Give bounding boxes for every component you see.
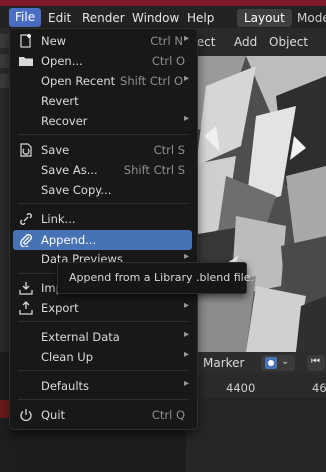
3d-viewport[interactable] [186, 56, 326, 352]
menu-item-label: Link... [41, 212, 76, 226]
menu-item-revert[interactable]: Revert [10, 91, 197, 111]
viewport-scene-render [186, 56, 326, 352]
menu-item-save-copy[interactable]: Save Copy... [10, 180, 197, 200]
record-button[interactable] [265, 357, 277, 369]
menu-item-shortcut: Ctrl O [151, 54, 185, 68]
menu-item-label: Save Copy... [41, 183, 112, 197]
link-icon [18, 212, 34, 226]
tool-button[interactable] [0, 74, 9, 88]
jump-to-start-button[interactable]: ⏮ [307, 355, 325, 371]
menu-item-export[interactable]: Export ▸ [10, 298, 197, 318]
menu-item-label: Append... [41, 233, 97, 247]
submenu-arrow-icon: ▸ [183, 300, 189, 311]
menu-separator [18, 203, 189, 204]
menu-item-shortcut: Ctrl Q [151, 408, 185, 422]
menu-item-new[interactable]: New Ctrl N ▸ [10, 31, 197, 51]
menu-file[interactable]: File [9, 8, 42, 27]
auto-keying-toggle[interactable]: ⌄ [261, 355, 295, 371]
menu-item-clean-up[interactable]: Clean Up ▸ [10, 347, 197, 367]
viewport-header: elect Add Object [186, 28, 326, 56]
menu-item-label: Save [41, 143, 70, 157]
frame-label: 46 [312, 381, 326, 395]
menu-window[interactable]: Window [126, 9, 185, 27]
menu-item-label: Quit [41, 408, 66, 422]
export-icon [18, 301, 34, 315]
menu-item-label: Export [41, 301, 79, 315]
workspace-tab-layout[interactable]: Layout [237, 9, 292, 27]
menu-item-recover[interactable]: Recover ▸ [10, 111, 197, 131]
menu-item-label: Open Recent [41, 74, 116, 88]
menu-edit[interactable]: Edit [42, 9, 77, 27]
power-icon [18, 408, 34, 422]
menu-item-shortcut: Ctrl S [153, 143, 185, 157]
menu-item-label: External Data [41, 330, 120, 344]
submenu-arrow-icon: ▸ [183, 378, 189, 389]
timeline-marker-menu[interactable]: Marker [203, 356, 244, 370]
timeline-ruler[interactable]: 4400 46 [186, 374, 326, 398]
left-tool-strip [0, 28, 9, 358]
save-icon [18, 143, 34, 157]
append-tooltip: Append from a Library .blend file. [57, 262, 254, 294]
submenu-arrow-icon: ▸ [183, 73, 189, 84]
menu-separator [18, 134, 189, 135]
folder-icon [18, 54, 34, 68]
frame-label: 4400 [226, 381, 256, 395]
menu-item-defaults[interactable]: Defaults ▸ [10, 376, 197, 396]
menu-item-external-data[interactable]: External Data ▸ [10, 327, 197, 347]
menu-help[interactable]: Help [181, 9, 220, 27]
menu-item-append[interactable]: Append... [13, 230, 192, 250]
timeline-header: Marker ⌄ ⏮ [186, 352, 326, 374]
menu-item-quit[interactable]: Quit Ctrl Q [10, 405, 197, 425]
file-menu-dropdown: New Ctrl N ▸ Open... Ctrl O Open Recent … [9, 28, 198, 430]
menu-render[interactable]: Render [76, 9, 131, 27]
menu-item-open[interactable]: Open... Ctrl O [10, 51, 197, 71]
chevron-down-icon: ⌄ [281, 356, 290, 367]
menu-item-label: Revert [41, 94, 79, 108]
tooltip-text: Append from a Library .blend file. [69, 271, 255, 284]
record-dot-icon [268, 360, 274, 366]
menu-item-label: Recover [41, 114, 88, 128]
submenu-arrow-icon: ▸ [183, 349, 189, 360]
submenu-arrow-icon: ▸ [183, 33, 189, 44]
viewport-object-menu[interactable]: Object [269, 35, 308, 49]
submenu-arrow-icon: ▸ [183, 251, 189, 262]
tool-button[interactable] [0, 34, 9, 48]
menu-separator [18, 321, 189, 322]
workspace-tab-modeling[interactable]: Mode [292, 9, 326, 27]
paperclip-icon [18, 233, 34, 248]
new-file-icon [18, 34, 34, 48]
menu-item-label: Open... [41, 54, 83, 68]
menu-item-open-recent[interactable]: Open Recent Shift Ctrl O ▸ [10, 71, 197, 91]
menu-item-save-as[interactable]: Save As... Shift Ctrl S [10, 160, 197, 180]
menu-item-label: Clean Up [41, 350, 94, 364]
menu-separator [18, 399, 189, 400]
left-red-marker [0, 400, 9, 418]
menu-item-shortcut: Ctrl N [150, 34, 183, 48]
jump-start-icon: ⏮ [311, 356, 320, 367]
menu-item-shortcut: Shift Ctrl S [123, 163, 185, 177]
menu-separator [18, 370, 189, 371]
viewport-add-menu[interactable]: Add [234, 35, 257, 49]
menu-item-link[interactable]: Link... [10, 209, 197, 229]
submenu-arrow-icon: ▸ [183, 329, 189, 340]
submenu-arrow-icon: ▸ [183, 113, 189, 124]
menu-item-label: Save As... [41, 163, 98, 177]
menu-item-shortcut: Shift Ctrl O [120, 74, 183, 88]
menu-item-label: New [41, 34, 67, 48]
import-icon [18, 281, 34, 295]
menu-item-save[interactable]: Save Ctrl S [10, 140, 197, 160]
menu-item-label: Defaults [41, 379, 90, 393]
top-menubar: File Edit Render Window Help Layout Mode [0, 6, 326, 28]
tool-button[interactable] [0, 54, 9, 68]
